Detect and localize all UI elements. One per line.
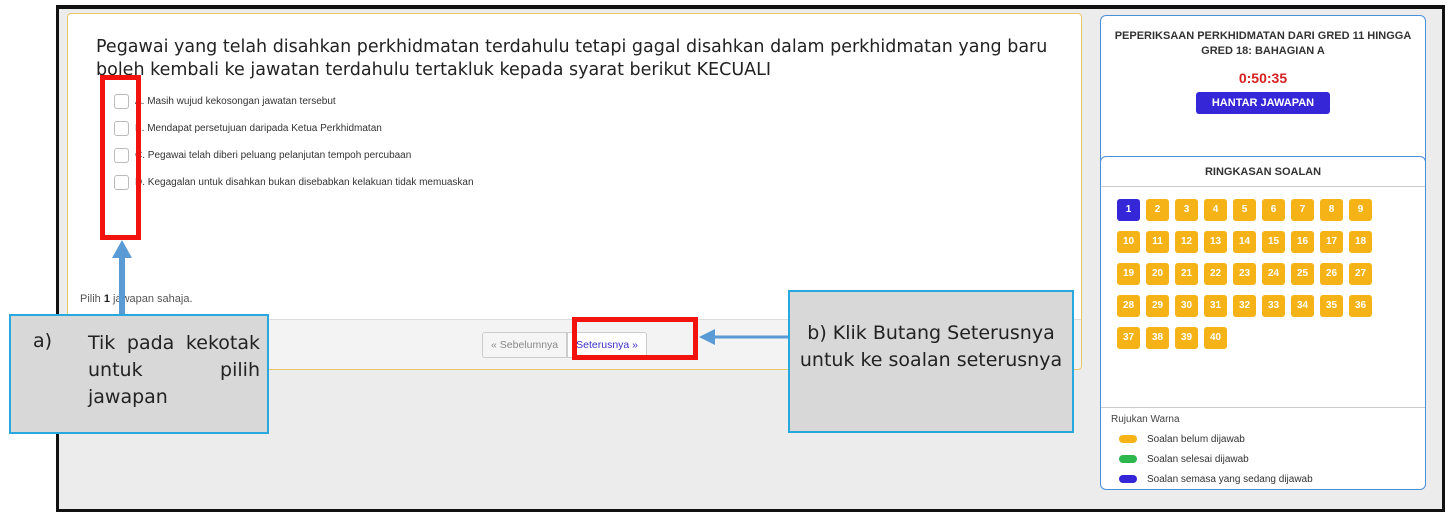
question-number-12[interactable]: 12 <box>1175 231 1198 253</box>
previous-button[interactable]: « Sebelumnya <box>482 332 568 358</box>
legend-swatch-unanswered <box>1119 435 1137 443</box>
callout-a-label: a) <box>33 330 53 352</box>
option-d-label: D. Kegagalan untuk disahkan bukan diseba… <box>135 177 474 188</box>
question-number-10[interactable]: 10 <box>1117 231 1140 253</box>
question-number-18[interactable]: 18 <box>1349 231 1372 253</box>
option-b[interactable]: B. Mendapat persetujuan daripada Ketua P… <box>114 115 474 142</box>
question-number-27[interactable]: 27 <box>1349 263 1372 285</box>
option-a-label: A. Masih wujud kekosongan jawatan terseb… <box>135 96 336 107</box>
submit-answers-button[interactable]: HANTAR JAWAPAN <box>1195 92 1331 114</box>
question-number-26[interactable]: 26 <box>1320 263 1343 285</box>
question-number-15[interactable]: 15 <box>1262 231 1285 253</box>
question-number-2[interactable]: 2 <box>1146 199 1169 221</box>
option-c[interactable]: C. Pegawai telah diberi peluang pelanjut… <box>114 142 474 169</box>
callout-a-text: Tik pada kekotak untuk pilih jawapan <box>88 332 260 408</box>
question-number-38[interactable]: 38 <box>1146 327 1169 349</box>
summary-title: RINGKASAN SOALAN <box>1101 157 1425 187</box>
legend-item-unanswered: Soalan belum dijawab <box>1111 429 1415 449</box>
question-number-40[interactable]: 40 <box>1204 327 1227 349</box>
question-number-28[interactable]: 28 <box>1117 295 1140 317</box>
answer-options: A. Masih wujud kekosongan jawatan terseb… <box>114 88 474 196</box>
next-button-highlight <box>572 317 698 360</box>
exam-title: PEPERIKSAAN PERKHIDMATAN DARI GRED 11 HI… <box>1114 30 1412 57</box>
question-number-4[interactable]: 4 <box>1204 199 1227 221</box>
color-legend: Rujukan Warna Soalan belum dijawab Soala… <box>1101 407 1425 495</box>
legend-swatch-answered <box>1119 455 1137 463</box>
question-number-24[interactable]: 24 <box>1262 263 1285 285</box>
question-number-23[interactable]: 23 <box>1233 263 1256 285</box>
legend-swatch-current <box>1119 475 1137 483</box>
question-number-21[interactable]: 21 <box>1175 263 1198 285</box>
callout-b: b) Klik Butang Seterusnya untuk ke soala… <box>788 290 1074 433</box>
question-number-6[interactable]: 6 <box>1262 199 1285 221</box>
question-number-16[interactable]: 16 <box>1291 231 1314 253</box>
question-number-13[interactable]: 13 <box>1204 231 1227 253</box>
callout-b-text: b) Klik Butang Seterusnya untuk ke soala… <box>799 322 1063 371</box>
question-number-9[interactable]: 9 <box>1349 199 1372 221</box>
question-number-11[interactable]: 11 <box>1146 231 1169 253</box>
question-summary-panel: RINGKASAN SOALAN 1 2 3 4 5 6 7 8 9 10 11 12 13 14 15 16… <box>1100 156 1426 490</box>
legend-title: Rujukan Warna <box>1111 414 1180 425</box>
checkbox-highlight <box>100 75 141 240</box>
question-number-36[interactable]: 36 <box>1349 295 1372 317</box>
question-number-20[interactable]: 20 <box>1146 263 1169 285</box>
question-number-29[interactable]: 29 <box>1146 295 1169 317</box>
question-text: Pegawai yang telah disahkan perkhidmatan… <box>96 37 1048 80</box>
question-number-25[interactable]: 25 <box>1291 263 1314 285</box>
option-c-label: C. Pegawai telah diberi peluang pelanjut… <box>135 150 412 161</box>
question-number-34[interactable]: 34 <box>1291 295 1314 317</box>
question-number-grid: 1 2 3 4 5 6 7 8 9 10 11 12 13 14 15 16 17 18 19 20 21 22 23 24 2… <box>1117 199 1397 359</box>
callout-a: a) Tik pada kekotak untuk pilih jawapan <box>9 314 269 434</box>
option-b-label: B. Mendapat persetujuan daripada Ketua P… <box>135 123 382 134</box>
option-a[interactable]: A. Masih wujud kekosongan jawatan terseb… <box>114 88 474 115</box>
question-number-37[interactable]: 37 <box>1117 327 1140 349</box>
legend-item-answered: Soalan selesai dijawab <box>1111 449 1415 469</box>
question-number-30[interactable]: 30 <box>1175 295 1198 317</box>
question-number-8[interactable]: 8 <box>1320 199 1343 221</box>
question-number-5[interactable]: 5 <box>1233 199 1256 221</box>
question-number-19[interactable]: 19 <box>1117 263 1140 285</box>
question-number-7[interactable]: 7 <box>1291 199 1314 221</box>
question-number-22[interactable]: 22 <box>1204 263 1227 285</box>
exam-info-panel: PEPERIKSAAN PERKHIDMATAN DARI GRED 11 HI… <box>1100 15 1426 173</box>
question-number-32[interactable]: 32 <box>1233 295 1256 317</box>
question-number-35[interactable]: 35 <box>1320 295 1343 317</box>
question-number-39[interactable]: 39 <box>1175 327 1198 349</box>
question-number-3[interactable]: 3 <box>1175 199 1198 221</box>
question-number-14[interactable]: 14 <box>1233 231 1256 253</box>
question-number-17[interactable]: 17 <box>1320 231 1343 253</box>
option-d[interactable]: D. Kegagalan untuk disahkan bukan diseba… <box>114 169 474 196</box>
question-number-31[interactable]: 31 <box>1204 295 1227 317</box>
question-number-1[interactable]: 1 <box>1117 199 1140 221</box>
legend-item-current: Soalan semasa yang sedang dijawab <box>1111 469 1415 489</box>
arrow-up-icon <box>112 240 132 317</box>
countdown-timer: 0:50:35 <box>1238 70 1288 86</box>
arrow-left-icon <box>699 329 790 345</box>
question-number-33[interactable]: 33 <box>1262 295 1285 317</box>
